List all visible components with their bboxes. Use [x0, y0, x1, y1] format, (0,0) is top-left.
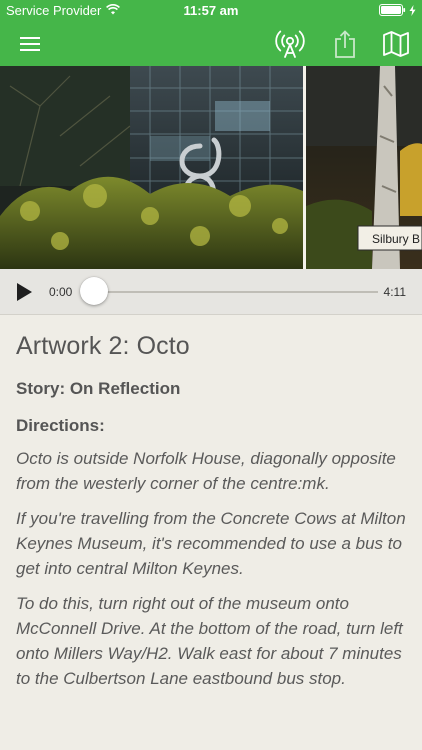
battery-icon	[379, 4, 406, 19]
beacon-button[interactable]	[272, 26, 308, 62]
sign-text: Silbury B	[372, 232, 420, 246]
directions-paragraph: To do this, turn right out of the museum…	[16, 594, 403, 688]
play-icon	[17, 283, 32, 301]
current-time: 0:00	[49, 285, 73, 299]
artwork-photo-image: Silbury B	[0, 66, 422, 269]
status-bar: Service Provider 11:57 am	[0, 0, 422, 22]
nav-bar	[0, 22, 422, 66]
play-button[interactable]	[14, 281, 38, 303]
artwork-photo: Silbury B	[0, 66, 422, 269]
progress-thumb[interactable]	[80, 277, 108, 305]
artwork-title: Artwork 2: Octo	[16, 332, 190, 360]
progress-track[interactable]	[94, 291, 378, 293]
directions-paragraph: Octo is outside Norfolk House, diagonall…	[16, 449, 396, 493]
hamburger-menu-icon	[20, 37, 40, 51]
charging-icon	[409, 4, 416, 19]
share-icon	[335, 30, 355, 58]
map-icon	[383, 31, 409, 57]
map-button[interactable]	[378, 26, 414, 62]
total-time: 4:11	[383, 285, 406, 299]
broadcast-icon	[275, 30, 305, 58]
menu-button[interactable]	[12, 26, 48, 62]
top-bar: Service Provider 11:57 am	[0, 0, 422, 66]
status-time: 11:57 am	[183, 3, 239, 18]
audio-player: 0:00 4:11	[0, 269, 422, 315]
share-button[interactable]	[327, 26, 363, 62]
status-right	[379, 4, 416, 19]
story-label: Story: On Reflection	[16, 379, 181, 398]
directions-paragraph: If you're travelling from the Concrete C…	[16, 509, 406, 578]
directions-label: Directions:	[16, 416, 105, 435]
artwork-content: Artwork 2: Octo Story: On Reflection Dir…	[16, 332, 408, 701]
